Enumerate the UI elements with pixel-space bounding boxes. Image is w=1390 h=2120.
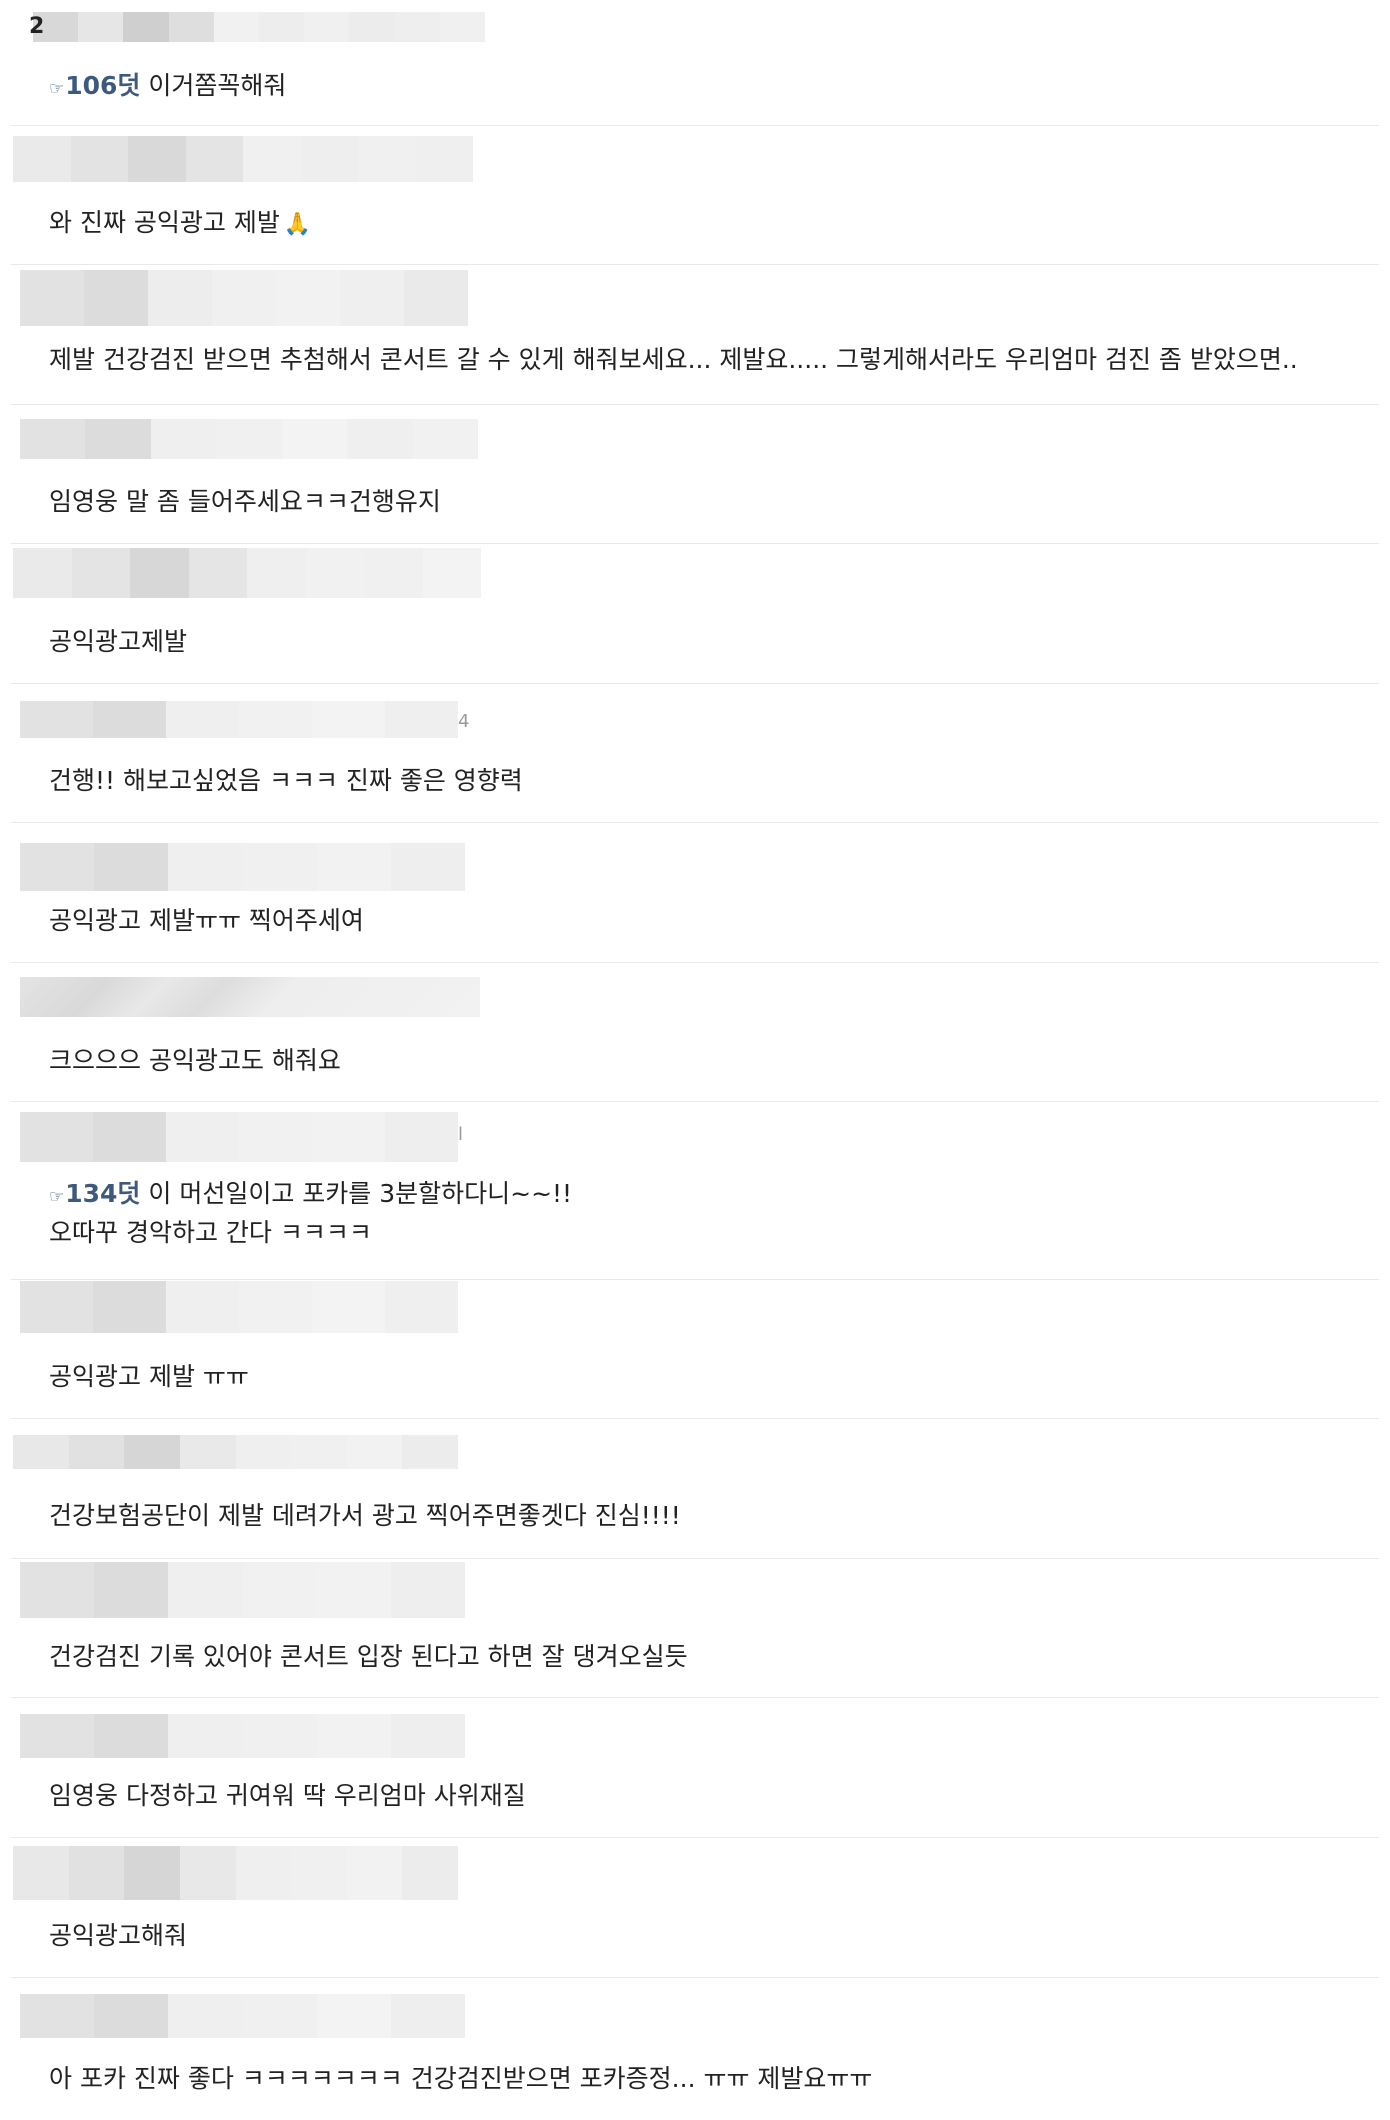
comment-item: 와 진짜 공익광고 제발 🙏 bbox=[11, 126, 1379, 265]
comment-author-blurred bbox=[20, 1112, 458, 1162]
pointing-hand-icon: ☞ bbox=[49, 79, 65, 99]
comment-author-blurred bbox=[20, 1281, 458, 1333]
comment-author-blurred bbox=[33, 12, 485, 42]
comment-item: 건강보험공단이 제발 데려가서 광고 찍어주면좋겟다 진심!!!! bbox=[11, 1419, 1379, 1559]
mention-link[interactable]: ☞106덧 bbox=[49, 71, 140, 100]
praying-hands-icon: 🙏 bbox=[283, 212, 312, 237]
comment-author-blurred bbox=[20, 1714, 465, 1758]
comment-author-blurred bbox=[13, 548, 481, 598]
comment-item: 공익광고해줘 bbox=[11, 1838, 1379, 1978]
comment-text: 와 진짜 공익광고 제발 🙏 bbox=[49, 208, 312, 237]
comment-item: 4 건행!! 해보고싶었음 ㅋㅋㅋ 진짜 좋은 영향력 bbox=[11, 684, 1379, 823]
comment-item: 공익광고 제발ㅠㅠ 찍어주세여 bbox=[11, 823, 1379, 963]
comment-author-blurred bbox=[20, 419, 478, 459]
comment-text: 공익광고해줘 bbox=[49, 1921, 188, 1950]
comment-item: 아 포카 진짜 좋다 ㅋㅋㅋㅋㅋㅋㅋ 건강검진받으면 포카증정... ㅠㅠ 제발… bbox=[11, 1978, 1379, 2120]
comment-text: 건행!! 해보고싶었음 ㅋㅋㅋ 진짜 좋은 영향력 bbox=[49, 766, 523, 795]
comment-meta-extra: l bbox=[458, 1124, 464, 1145]
comment-text: 아 포카 진짜 좋다 ㅋㅋㅋㅋㅋㅋㅋ 건강검진받으면 포카증정... ㅠㅠ 제발… bbox=[49, 2064, 873, 2093]
comment-text: ☞106덧 이거쫌꼭해줘 bbox=[49, 71, 287, 100]
comment-author-blurred bbox=[20, 977, 480, 1017]
comment-author-blurred bbox=[20, 270, 468, 326]
comment-item: 임영웅 말 좀 들어주세요ㅋㅋ건행유지 bbox=[11, 405, 1379, 544]
comment-item: l ☞134덧 이 머선일이고 포카를 3분할하다니~~!! 오따꾸 경악하고 … bbox=[11, 1102, 1379, 1280]
mention-link[interactable]: ☞134덧 bbox=[49, 1179, 140, 1208]
comment-text: 공익광고 제발 ㅠㅠ bbox=[49, 1362, 249, 1391]
comment-item: 크으으으 공익광고도 해줘요 bbox=[11, 963, 1379, 1102]
comment-meta-prefix: 2 bbox=[29, 14, 45, 39]
comment-text: ☞134덧 이 머선일이고 포카를 3분할하다니~~!! bbox=[49, 1179, 573, 1208]
comment-meta-extra: 4 bbox=[458, 711, 470, 732]
comment-item: 임영웅 다정하고 귀여워 딱 우리엄마 사위재질 bbox=[11, 1698, 1379, 1838]
comment-text: 크으으으 공익광고도 해줘요 bbox=[49, 1046, 341, 1075]
comment-author-blurred bbox=[13, 1846, 458, 1900]
comment-item: 공익광고 제발 ㅠㅠ bbox=[11, 1280, 1379, 1419]
comment-author-blurred bbox=[13, 136, 473, 182]
comment-text: 임영웅 다정하고 귀여워 딱 우리엄마 사위재질 bbox=[49, 1781, 526, 1810]
comment-author-blurred bbox=[20, 701, 458, 738]
comment-author-blurred bbox=[20, 843, 465, 891]
comment-item: 공익광고제발 bbox=[11, 544, 1379, 684]
comment-author-blurred bbox=[20, 1994, 465, 2038]
comment-author-blurred bbox=[20, 1562, 465, 1618]
comment-author-blurred bbox=[13, 1435, 458, 1469]
comment-item: 건강검진 기록 있어야 콘서트 입장 된다고 하면 잘 댕겨오실듯 bbox=[11, 1559, 1379, 1698]
comment-text: 건강보험공단이 제발 데려가서 광고 찍어주면좋겟다 진심!!!! bbox=[49, 1501, 681, 1530]
comment-item: 제발 건강검진 받으면 추첨해서 콘서트 갈 수 있게 해줘보세요... 제발요… bbox=[11, 265, 1379, 405]
comment-text: 건강검진 기록 있어야 콘서트 입장 된다고 하면 잘 댕겨오실듯 bbox=[49, 1642, 688, 1671]
comment-text: 공익광고 제발ㅠㅠ 찍어주세여 bbox=[49, 906, 364, 935]
comment-list: 2 ☞106덧 이거쫌꼭해줘 와 진짜 공익광고 제발 🙏 제발 건강검진 받으면… bbox=[0, 0, 1390, 2120]
comment-item: 2 ☞106덧 이거쫌꼭해줘 bbox=[11, 0, 1379, 126]
comment-text: 공익광고제발 bbox=[49, 627, 188, 656]
comment-text: 제발 건강검진 받으면 추첨해서 콘서트 갈 수 있게 해줘보세요... 제발요… bbox=[49, 345, 1298, 374]
pointing-hand-icon: ☞ bbox=[49, 1187, 65, 1207]
comment-text-line2: 오따꾸 경악하고 간다 ㅋㅋㅋㅋ bbox=[49, 1218, 372, 1247]
comment-text: 임영웅 말 좀 들어주세요ㅋㅋ건행유지 bbox=[49, 487, 441, 516]
